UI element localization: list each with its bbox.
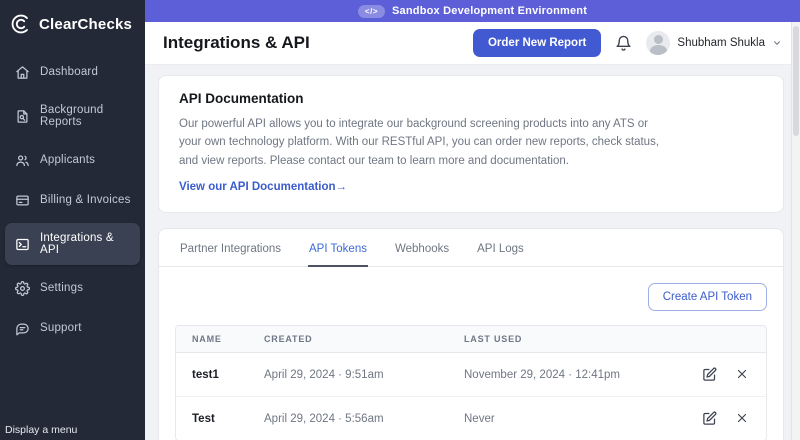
sandbox-banner-label: Sandbox Development Environment: [392, 5, 588, 17]
sidebar-item-label: Integrations & API: [40, 232, 114, 256]
main-area: </> Sandbox Development Environment Inte…: [145, 0, 800, 440]
clearchecks-logo-icon: [10, 13, 32, 35]
topbar: Integrations & API Order New Report Shub…: [145, 22, 800, 65]
token-name: Test: [176, 397, 248, 440]
chat-bubble-icon: [14, 320, 30, 336]
sidebar-item-label: Background Reports: [40, 104, 104, 128]
token-created: April 29, 2024 · 9:51am: [248, 353, 448, 398]
api-doc-link[interactable]: View our API Documentation→: [179, 181, 347, 193]
user-name: Shubham Shukla: [677, 37, 765, 49]
edit-icon[interactable]: [702, 411, 717, 426]
order-new-report-button[interactable]: Order New Report: [472, 29, 602, 57]
integrations-tabs-card: Partner Integrations API Tokens Webhooks…: [158, 228, 784, 440]
credit-card-icon: [14, 192, 30, 208]
sidebar-nav: Dashboard Background Reports Applicants …: [0, 55, 145, 351]
api-tokens-panel: Create API Token NAME CREATED LAST USED: [159, 267, 783, 440]
edit-icon[interactable]: [702, 367, 717, 382]
tab-api-tokens[interactable]: API Tokens: [308, 229, 368, 268]
sidebar-item-label: Support: [40, 322, 82, 334]
sidebar-item-label: Billing & Invoices: [40, 194, 131, 206]
table-header-row: NAME CREATED LAST USED: [176, 326, 766, 354]
api-doc-title: API Documentation: [179, 91, 304, 106]
create-api-token-button[interactable]: Create API Token: [647, 283, 767, 312]
sidebar-item-label: Applicants: [40, 154, 96, 166]
gear-icon: [14, 280, 30, 296]
delete-icon[interactable]: [735, 367, 750, 382]
sidebar-item-label: Settings: [40, 282, 84, 294]
sidebar: ClearChecks Dashboard Background Reports…: [0, 0, 145, 440]
scrollbar-thumb[interactable]: [793, 26, 799, 136]
tab-api-logs[interactable]: API Logs: [476, 229, 525, 267]
users-icon: [14, 152, 30, 168]
api-tokens-table: NAME CREATED LAST USED test1 April 29, 2…: [175, 325, 767, 440]
sidebar-item-dashboard[interactable]: Dashboard: [5, 55, 140, 89]
sidebar-item-support[interactable]: Support: [5, 311, 140, 345]
display-menu-hint: Display a menu: [5, 424, 78, 436]
home-icon: [14, 64, 30, 80]
column-header-created: CREATED: [248, 326, 448, 354]
report-search-icon: [14, 108, 30, 124]
token-last-used: November 29, 2024 · 12:41pm: [448, 353, 686, 398]
brand-name: ClearChecks: [39, 15, 133, 33]
avatar: [646, 31, 671, 55]
api-documentation-card: API Documentation Our powerful API allow…: [158, 75, 784, 214]
token-name: test1: [176, 353, 248, 398]
page-title: Integrations & API: [163, 33, 310, 52]
token-created: April 29, 2024 · 5:56am: [248, 397, 448, 440]
sandbox-banner: </> Sandbox Development Environment: [145, 0, 800, 22]
token-last-used: Never: [448, 397, 686, 440]
column-header-actions: [685, 326, 766, 354]
delete-icon[interactable]: [735, 411, 750, 426]
terminal-icon: [14, 236, 30, 252]
table-row: Test April 29, 2024 · 5:56am Never: [176, 397, 766, 440]
sidebar-item-background-reports[interactable]: Background Reports: [5, 95, 140, 137]
api-doc-description: Our powerful API allows you to integrate…: [179, 118, 660, 167]
bell-icon[interactable]: [615, 35, 632, 52]
sidebar-item-label: Dashboard: [40, 66, 99, 78]
user-menu[interactable]: Shubham Shukla: [646, 31, 782, 55]
column-header-name: NAME: [176, 326, 248, 354]
table-row: test1 April 29, 2024 · 9:51am November 2…: [176, 353, 766, 398]
tab-webhooks[interactable]: Webhooks: [394, 229, 450, 267]
brand-logo[interactable]: ClearChecks: [0, 0, 145, 45]
sidebar-item-settings[interactable]: Settings: [5, 271, 140, 305]
tab-bar: Partner Integrations API Tokens Webhooks…: [159, 229, 783, 268]
sidebar-item-billing-invoices[interactable]: Billing & Invoices: [5, 183, 140, 217]
sidebar-item-integrations-api[interactable]: Integrations & API: [5, 223, 140, 265]
sidebar-item-applicants[interactable]: Applicants: [5, 143, 140, 177]
code-icon: </>: [357, 4, 385, 18]
column-header-last-used: LAST USED: [448, 326, 686, 354]
chevron-down-icon: [772, 38, 782, 48]
tab-partner-integrations[interactable]: Partner Integrations: [179, 229, 282, 267]
page-content: API Documentation Our powerful API allow…: [145, 65, 800, 440]
scrollbar[interactable]: [791, 22, 800, 440]
